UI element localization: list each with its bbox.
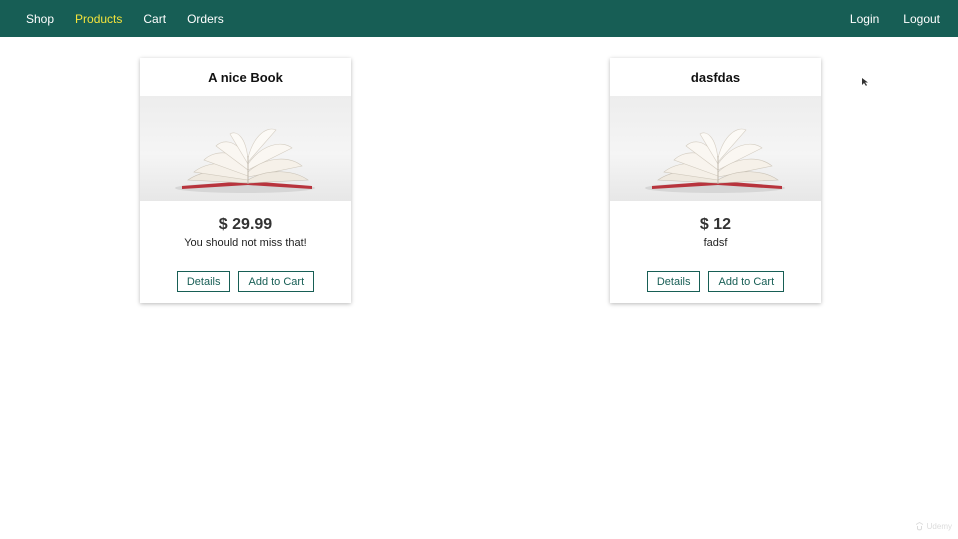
product-title: dasfdas xyxy=(690,70,741,85)
open-book-image-icon xyxy=(175,128,315,193)
product-price: $ 12 xyxy=(699,216,732,233)
nav-item-shop[interactable]: Shop xyxy=(26,12,54,26)
nav-item-orders[interactable]: Orders xyxy=(187,12,224,26)
add-to-cart-button[interactable]: Add to Cart xyxy=(238,271,315,292)
nav-item-login[interactable]: Login xyxy=(850,12,879,26)
product-image xyxy=(610,96,821,201)
auth-nav: Login Logout xyxy=(826,12,940,26)
details-button[interactable]: Details xyxy=(646,271,701,292)
product-actions: Details Add to Cart xyxy=(610,271,821,292)
details-button[interactable]: Details xyxy=(176,271,231,292)
mouse-cursor-icon xyxy=(862,73,868,91)
main-nav: Shop Products Cart Orders xyxy=(26,12,245,26)
product-title: A nice Book xyxy=(208,70,283,85)
top-navigation-bar: Shop Products Cart Orders Login Logout xyxy=(0,0,958,37)
product-actions: Details Add to Cart xyxy=(140,271,351,292)
nav-item-cart[interactable]: Cart xyxy=(143,12,166,26)
product-description: You should not miss that! xyxy=(184,237,307,249)
udemy-watermark: Udemy xyxy=(915,522,952,531)
watermark-text: Udemy xyxy=(926,522,952,531)
nav-item-logout[interactable]: Logout xyxy=(903,12,940,26)
product-card: dasfdas $ 12 fadsf Details Add to Cart xyxy=(610,58,821,303)
product-image xyxy=(140,96,351,201)
open-book-image-icon xyxy=(645,128,785,193)
nav-item-products[interactable]: Products xyxy=(75,12,122,26)
product-card: A nice Book $ 29.99 You should not miss … xyxy=(140,58,351,303)
product-description: fadsf xyxy=(703,237,728,249)
product-price: $ 29.99 xyxy=(218,216,273,233)
udemy-logo-icon xyxy=(915,522,923,531)
add-to-cart-button[interactable]: Add to Cart xyxy=(708,271,785,292)
